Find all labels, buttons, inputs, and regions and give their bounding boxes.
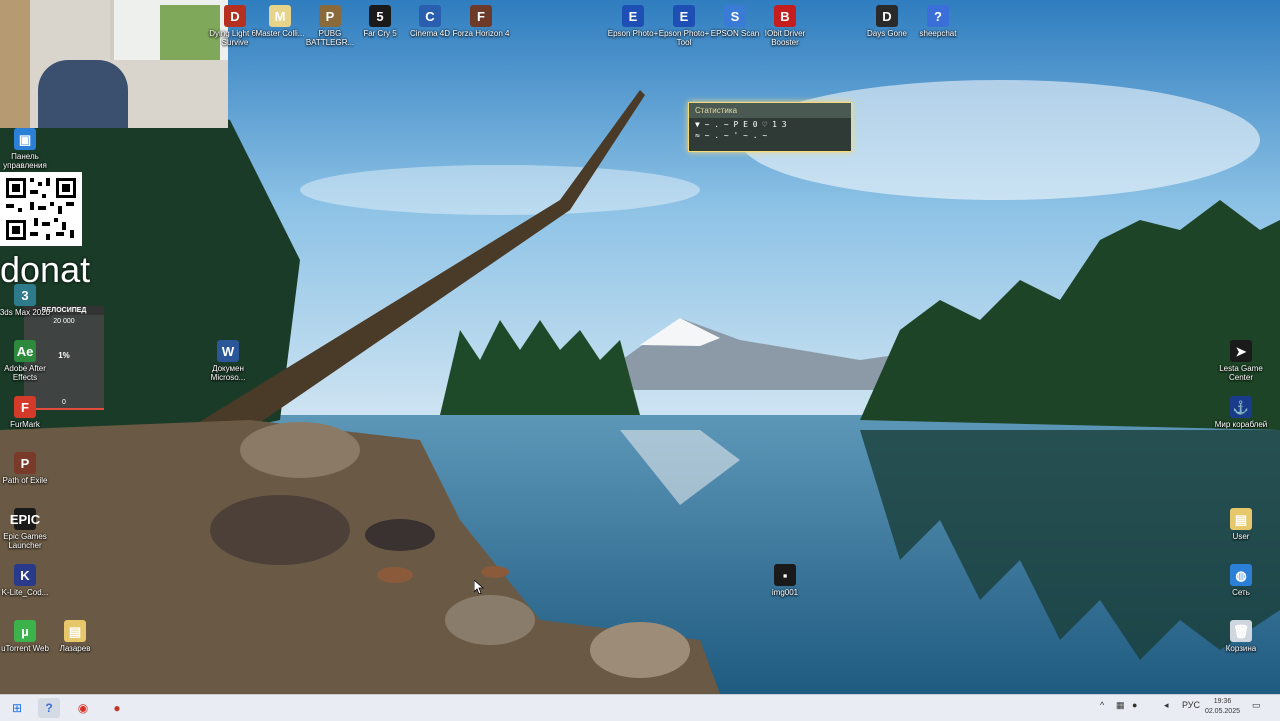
forza-horizon-4-icon: F xyxy=(470,5,492,27)
dying-light-6-survive-icon: D xyxy=(224,5,246,27)
desktop-icon-label: User xyxy=(1232,532,1250,541)
stats-line-1: ▼ ~ . ~ P E 0 ♡ 1 3 xyxy=(695,120,787,129)
desktop-icon-label: Forza Horizon 4 xyxy=(452,29,510,38)
donation-qr-code xyxy=(0,172,82,246)
user-icon: ▤ xyxy=(1230,508,1252,530)
tray-speaker-icon[interactable]: ◂ xyxy=(1164,700,1169,711)
desktop-icon-label: FurMark xyxy=(10,420,40,429)
tray-mic-icon[interactable]: ● xyxy=(1132,700,1137,710)
desktop-icon-path-of-exile[interactable]: P Path of Exile xyxy=(0,452,55,485)
desktop-icon-label: Докумен Microso... xyxy=(210,364,246,382)
desktop-icon-label: Path of Exile xyxy=(2,476,48,485)
desktop-icon-sheepchat[interactable]: ? sheepchat xyxy=(908,5,968,38)
webcam-person xyxy=(38,60,128,128)
desktop-icon-label: sheepchat xyxy=(919,29,957,38)
лазарев-icon: ▤ xyxy=(64,620,86,642)
desktop-icon-3ds-max-2020[interactable]: 3 3ds Max 2020 xyxy=(0,284,55,317)
windows-start-icon: ⊞ xyxy=(11,701,23,715)
desktop-icon-label: Сеть xyxy=(1232,588,1250,597)
epic-games-launcher-icon: EPIC xyxy=(10,508,40,530)
stats-title: Статистика xyxy=(689,103,851,118)
epson-photo-tool-icon: E xyxy=(673,5,695,27)
epson-photo-icon: E xyxy=(622,5,644,27)
desktop-icon-label: Лазарев xyxy=(59,644,91,653)
sheepchat-icon: ? xyxy=(927,5,949,27)
taskbar: ⊞ ? ◉ ● ^ ▦ ● ◂ РУС 19:36 02.05.2025 ▭ xyxy=(0,694,1280,721)
iobit-driver-booster-icon: B xyxy=(774,5,796,27)
pubg-battlegr-icon: P xyxy=(319,5,341,27)
мир-кораблей-icon: ⚓ xyxy=(1230,396,1252,418)
desktop-icon-label: Мир кораблей xyxy=(1214,420,1268,429)
start-button[interactable]: ⊞ xyxy=(6,698,28,718)
desktop-icon-label: Epic Games Launcher xyxy=(3,532,47,550)
epson-scan-icon: S xyxy=(724,5,746,27)
webcam-overlay xyxy=(0,0,228,128)
desktop-icon-label: IObit Driver Booster xyxy=(764,29,806,47)
tray-language[interactable]: РУС xyxy=(1182,700,1200,710)
desktop-icon-label: Панель управления xyxy=(3,152,47,170)
desktop-icon-adobe-after-effects[interactable]: Ae Adobe After Effects xyxy=(0,340,55,382)
stats-widget[interactable]: Статистика ▼ ~ . ~ P E 0 ♡ 1 3 ≈ ~ . ~ '… xyxy=(688,102,852,152)
панель-управления-icon: ▣ xyxy=(14,128,36,150)
cinema-4d-icon: C xyxy=(419,5,441,27)
goal-target: 20 000 xyxy=(53,318,75,325)
tray-chevron-icon[interactable]: ^ xyxy=(1100,700,1104,710)
desktop-icon-img001[interactable]: ▪ img001 xyxy=(755,564,815,597)
k-lite-cod-icon: K xyxy=(14,564,36,586)
adobe-after-effects-icon: Ae xyxy=(14,340,36,362)
desktop-icon-label: 3ds Max 2020 xyxy=(0,308,51,317)
desktop-icon-мир-кораблей[interactable]: ⚓ Мир кораблей xyxy=(1211,396,1271,429)
desktop-icon-сеть[interactable]: ◍ Сеть xyxy=(1211,564,1271,597)
stats-line-2: ≈ ~ . ~ ' ~ . ~ xyxy=(695,131,768,140)
path-of-exile-icon: P xyxy=(14,452,36,474)
utorrent-web-icon: µ xyxy=(14,620,36,642)
taskbar-app-obs[interactable]: ● xyxy=(106,698,128,718)
desktop-icon-k-lite-cod[interactable]: K K-Lite_Cod... xyxy=(0,564,55,597)
сеть-icon: ◍ xyxy=(1230,564,1252,586)
desktop-icon-label: img001 xyxy=(771,588,799,597)
desktop-icon-лазарев[interactable]: ▤ Лазарев xyxy=(45,620,105,653)
desktop-icon-label: Корзина xyxy=(1225,644,1257,653)
taskbar-clock[interactable]: 19:36 02.05.2025 xyxy=(1205,697,1240,717)
taskbar-app-chrome[interactable]: ◉ xyxy=(72,698,94,718)
tray-network-icon[interactable]: ▦ xyxy=(1116,700,1125,711)
obs-taskbar-icon: ● xyxy=(113,701,121,715)
desktop-icon-lesta-game-center[interactable]: ➤ Lesta Game Center xyxy=(1211,340,1271,382)
desktop-icon-furmark[interactable]: F FurMark xyxy=(0,396,55,429)
copilot-taskbar-icon: ? xyxy=(45,701,53,715)
desktop-icon-iobit-driver-booster[interactable]: B IObit Driver Booster xyxy=(755,5,815,47)
desktop-icon-label: K-Lite_Cod... xyxy=(1,588,49,597)
3ds-max-2020-icon: 3 xyxy=(14,284,36,306)
mouse-cursor xyxy=(474,580,484,594)
desktop-icon-панель-управления[interactable]: ▣ Панель управления xyxy=(0,128,55,170)
desktop-icon-label: Adobe After Effects xyxy=(4,364,46,382)
lesta-game-center-icon: ➤ xyxy=(1230,340,1252,362)
clock-time: 19:36 xyxy=(1213,698,1232,705)
furmark-icon: F xyxy=(14,396,36,418)
desktop-icon-корзина[interactable]: 🗑 Корзина xyxy=(1211,620,1271,653)
desktop-icon-user[interactable]: ▤ User xyxy=(1211,508,1271,541)
taskbar-app-copilot[interactable]: ? xyxy=(38,698,60,718)
desktop-icon-epic-games-launcher[interactable]: EPIC Epic Games Launcher xyxy=(0,508,55,550)
days-gone-icon: D xyxy=(876,5,898,27)
докумен-microso-icon: W xyxy=(217,340,239,362)
desktop-icon-forza-horizon-4[interactable]: F Forza Horizon 4 xyxy=(451,5,511,38)
img001-icon: ▪ xyxy=(774,564,796,586)
desktop-icon-докумен-microso[interactable]: W Докумен Microso... xyxy=(198,340,258,382)
notification-icon[interactable]: ▭ xyxy=(1252,700,1261,711)
корзина-icon: 🗑 xyxy=(1230,620,1252,642)
desktop-icon-label: Lesta Game Center xyxy=(1219,364,1263,382)
clock-date: 02.05.2025 xyxy=(1204,708,1240,715)
chrome-taskbar-icon: ◉ xyxy=(77,701,89,715)
master-colli-icon: M xyxy=(269,5,291,27)
webcam-shelf xyxy=(0,0,30,128)
far-cry-5-icon: 5 xyxy=(369,5,391,27)
